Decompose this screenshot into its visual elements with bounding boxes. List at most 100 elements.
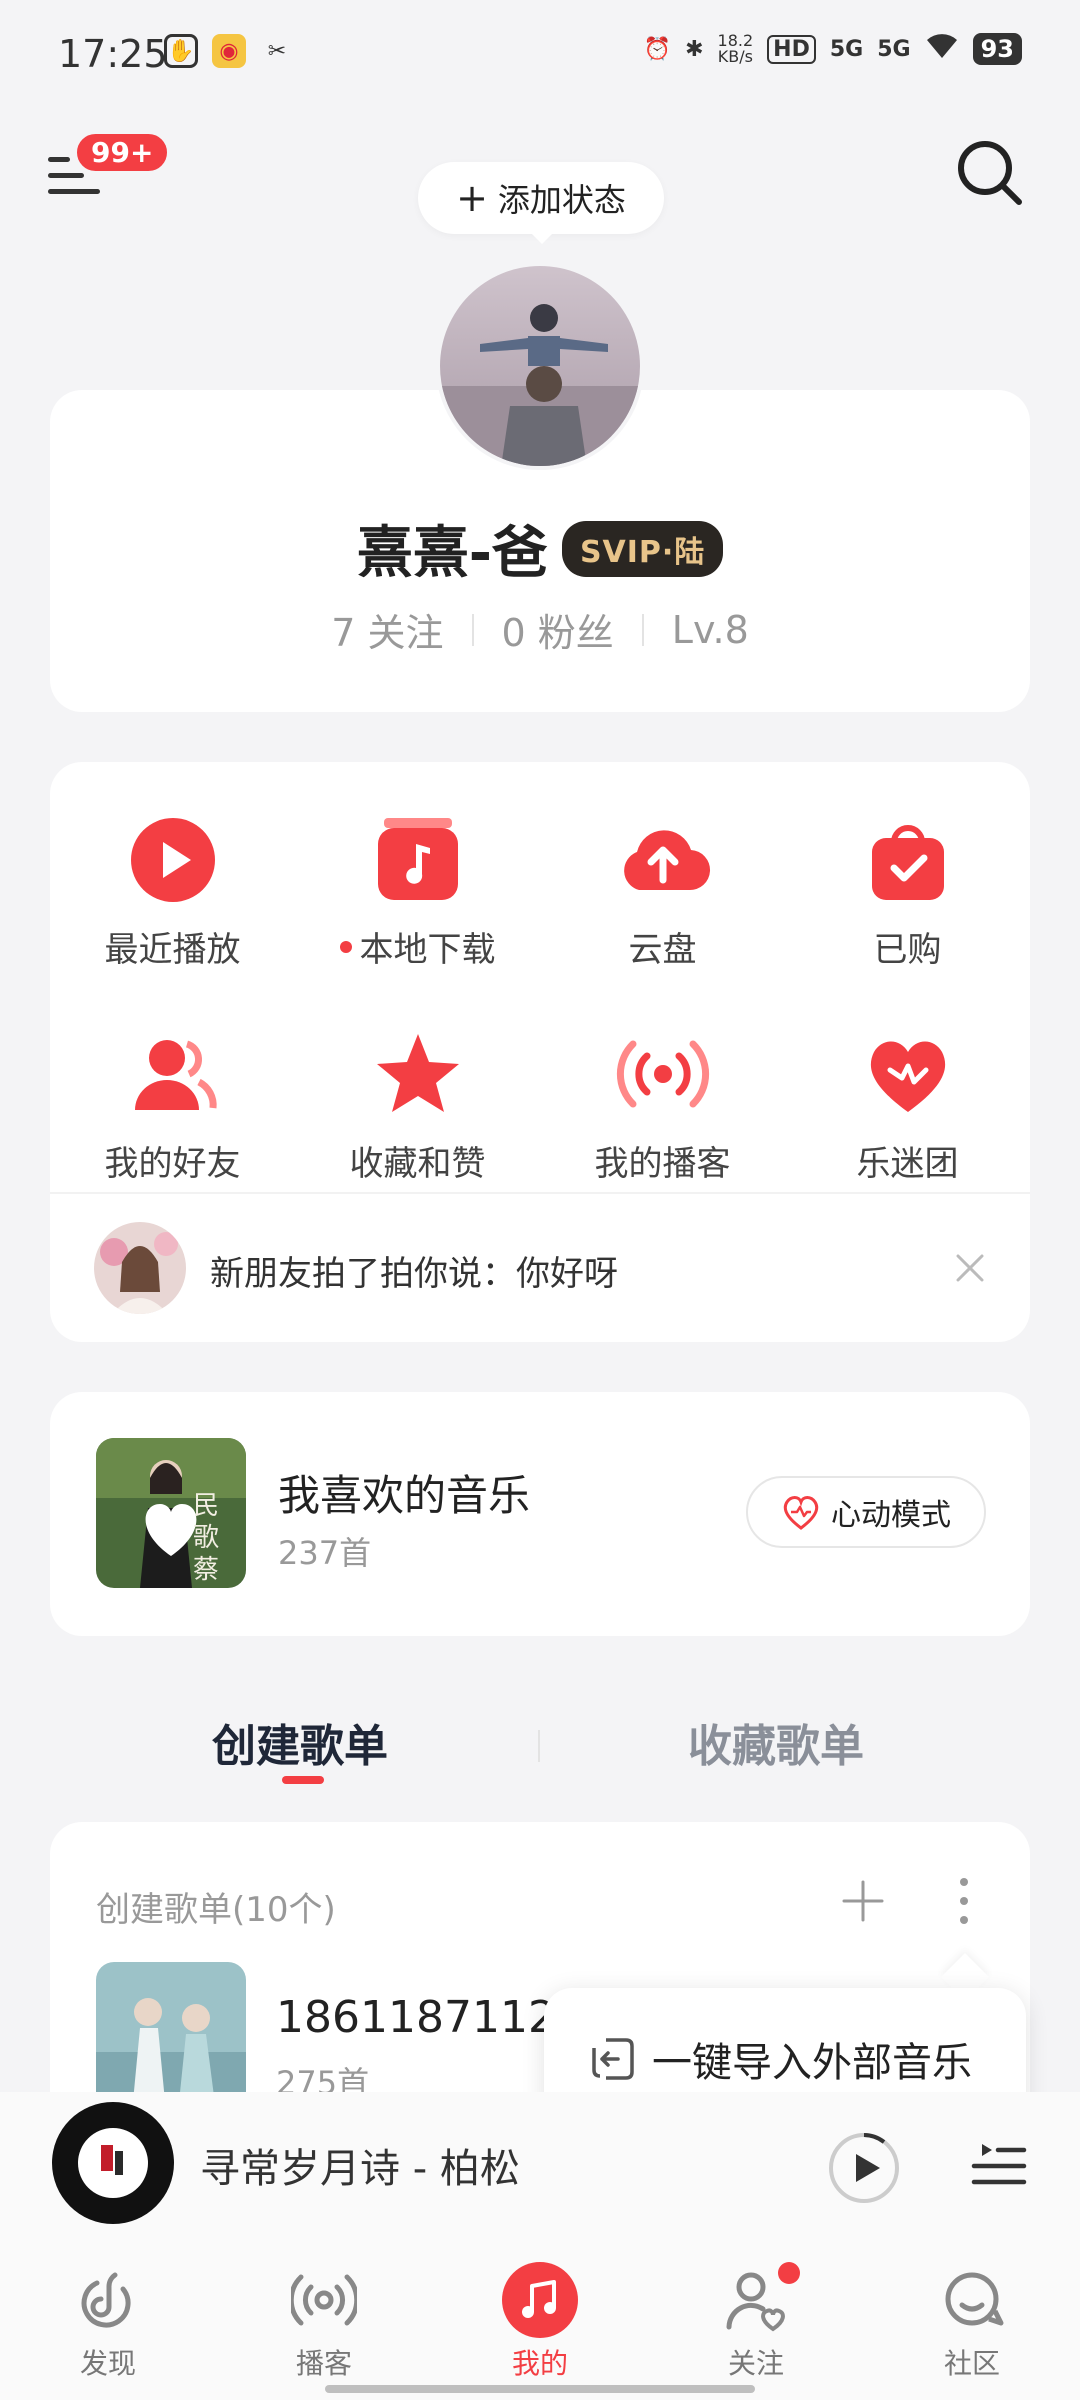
menu-button[interactable]: 99+ — [44, 131, 171, 205]
notice-text[interactable]: 新朋友拍了拍你说：你好呀 — [210, 1246, 618, 1295]
username[interactable]: 熹熹-爸 — [357, 508, 548, 589]
menu-line — [48, 189, 100, 194]
hd-icon: HD — [767, 34, 816, 64]
nav-podcast[interactable]: 播客 — [254, 2262, 394, 2382]
hand-notification-icon: ✋ — [164, 34, 198, 68]
signal-5g-icon-2: 5G — [877, 36, 911, 62]
plus-icon: + — [456, 176, 488, 220]
add-status-tail — [528, 230, 556, 244]
grid-label: 乐迷团 — [856, 1144, 959, 1184]
import-icon — [588, 2034, 638, 2084]
alarm-icon: ⏰ — [643, 36, 672, 62]
heartbeat-icon — [783, 1496, 819, 1530]
bluetooth-icon: ✱ — [685, 36, 704, 62]
status-bar: 17:25 ✋ ◉ ✂ ⏰ ✱ 18.2 KB/s HD 5G 5G 93 — [0, 0, 1080, 110]
grid-item-my-friends[interactable]: 我的好友 — [50, 1026, 295, 1185]
wifi-icon — [925, 32, 959, 66]
username-row: 熹熹-爸 SVIP·陆 — [50, 508, 1030, 589]
new-dot — [339, 940, 352, 953]
shortcut-grid-card: 最近播放 本地下载 云盘 已购 我的好友 收藏和赞 我的播客 乐迷团 新朋友拍了… — [50, 762, 1030, 1342]
chat-bubble-icon — [934, 2262, 1010, 2338]
new-activity-dot — [778, 2262, 800, 2284]
followers-count[interactable]: 0 粉丝 — [502, 602, 614, 657]
add-status-label: 添加状态 — [497, 181, 626, 219]
music-note-box-icon — [377, 818, 458, 900]
music-note-icon — [502, 2262, 578, 2338]
nav-label: 社区 — [943, 2347, 1000, 2380]
friend-avatar[interactable] — [94, 1222, 186, 1314]
playlist-title[interactable]: 18611871122 — [276, 1992, 584, 2043]
play-circle-icon — [130, 818, 215, 902]
liked-music-card[interactable]: 民歌 蔡琴 我喜欢的音乐 237首 心动模式 — [50, 1392, 1030, 1636]
grid-item-cloud-disk[interactable]: 云盘 — [540, 812, 785, 971]
grid-item-fan-club[interactable]: 乐迷团 — [785, 1026, 1030, 1185]
follow-user-icon — [718, 2262, 800, 2338]
status-right-icons: ⏰ ✱ 18.2 KB/s HD 5G 5G 93 — [644, 32, 1022, 66]
broadcast-icon — [616, 1040, 709, 1108]
playlist-cover[interactable] — [96, 1962, 246, 2112]
active-tab-indicator — [282, 1776, 324, 1784]
stats-row: 7 关注 0 粉丝 Lv.8 — [50, 602, 1030, 657]
divider — [471, 613, 474, 646]
playlist-tabs: 创建歌单 收藏歌单 — [0, 1700, 1080, 1800]
grid-item-favorites-likes[interactable]: 收藏和赞 — [295, 1026, 540, 1185]
user-level[interactable]: Lv.8 — [672, 608, 749, 652]
search-icon[interactable] — [955, 138, 1025, 208]
network-speed: 18.2 KB/s — [717, 31, 754, 66]
playlist-queue-icon[interactable] — [968, 2136, 1028, 2196]
heart-icon — [870, 1041, 945, 1112]
divider — [538, 1730, 540, 1762]
menu-line — [48, 157, 70, 162]
nav-following[interactable]: 关注 — [686, 2262, 826, 2382]
liked-music-cover[interactable]: 民歌 蔡琴 — [96, 1438, 246, 1588]
tab-saved-playlists[interactable]: 收藏歌单 — [688, 1710, 864, 1774]
now-playing-title[interactable]: 寻常岁月诗 - 柏松 — [200, 2136, 520, 2194]
nav-mine[interactable]: 我的 — [470, 2262, 610, 2382]
grid-item-recent-play[interactable]: 最近播放 — [50, 812, 295, 971]
cloud-upload-icon — [623, 830, 710, 891]
grid-label: 最近播放 — [104, 930, 241, 970]
liked-music-count: 237首 — [278, 1534, 372, 1572]
now-playing-disc[interactable] — [52, 2102, 174, 2224]
mini-player[interactable]: 寻常岁月诗 - 柏松 — [0, 2092, 1080, 2242]
close-icon[interactable] — [950, 1248, 990, 1288]
more-options-icon[interactable] — [954, 1876, 974, 1926]
heart-mode-button[interactable]: 心动模式 — [746, 1476, 986, 1548]
notification-badge: 99+ — [74, 131, 171, 174]
status-left-icons: ✋ ◉ ✂ — [164, 34, 294, 68]
grid-item-purchased[interactable]: 已购 — [785, 812, 1030, 971]
nav-community[interactable]: 社区 — [902, 2262, 1042, 2382]
bottom-navigation: 发现 播客 我的 关注 社区 — [0, 2242, 1080, 2400]
home-indicator[interactable] — [325, 2385, 755, 2393]
friends-icon — [134, 1040, 217, 1110]
grid-item-my-podcast[interactable]: 我的播客 — [540, 1026, 785, 1185]
shopping-bag-check-icon — [871, 825, 944, 900]
weibo-icon: ◉ — [212, 34, 246, 68]
add-status-button[interactable]: + 添加状态 — [418, 162, 664, 234]
grid-label: 本地下载 — [339, 922, 496, 971]
grid-label: 收藏和赞 — [349, 1144, 486, 1184]
add-playlist-icon[interactable] — [840, 1878, 886, 1924]
following-count[interactable]: 7 关注 — [331, 602, 443, 657]
grid-label: 云盘 — [628, 930, 697, 970]
liked-music-cover-text: 民歌 蔡琴 — [192, 1491, 219, 1588]
broadcast-icon — [286, 2262, 362, 2338]
grid-item-local-download[interactable]: 本地下载 — [295, 812, 540, 971]
import-external-music-label: 一键导入外部音乐 — [652, 2040, 972, 2086]
svip-badge[interactable]: SVIP·陆 — [561, 520, 724, 577]
grid-label: 我的好友 — [104, 1144, 241, 1184]
playlist-section-header: 创建歌单(10个) — [96, 1890, 336, 1930]
grid-label: 我的播客 — [594, 1144, 731, 1184]
star-icon — [376, 1034, 459, 1112]
nav-discover[interactable]: 发现 — [38, 2262, 178, 2382]
nav-label: 发现 — [79, 2347, 136, 2380]
nav-label: 我的 — [511, 2347, 568, 2380]
nav-label: 关注 — [727, 2347, 784, 2380]
battery-indicator: 93 — [972, 33, 1022, 65]
signal-5g-icon-1: 5G — [829, 36, 864, 62]
play-button[interactable] — [826, 2130, 902, 2206]
now-playing-cover — [78, 2128, 148, 2198]
discover-icon — [70, 2262, 146, 2338]
tab-created-playlists[interactable]: 创建歌单 — [212, 1710, 388, 1774]
avatar[interactable] — [436, 262, 644, 470]
